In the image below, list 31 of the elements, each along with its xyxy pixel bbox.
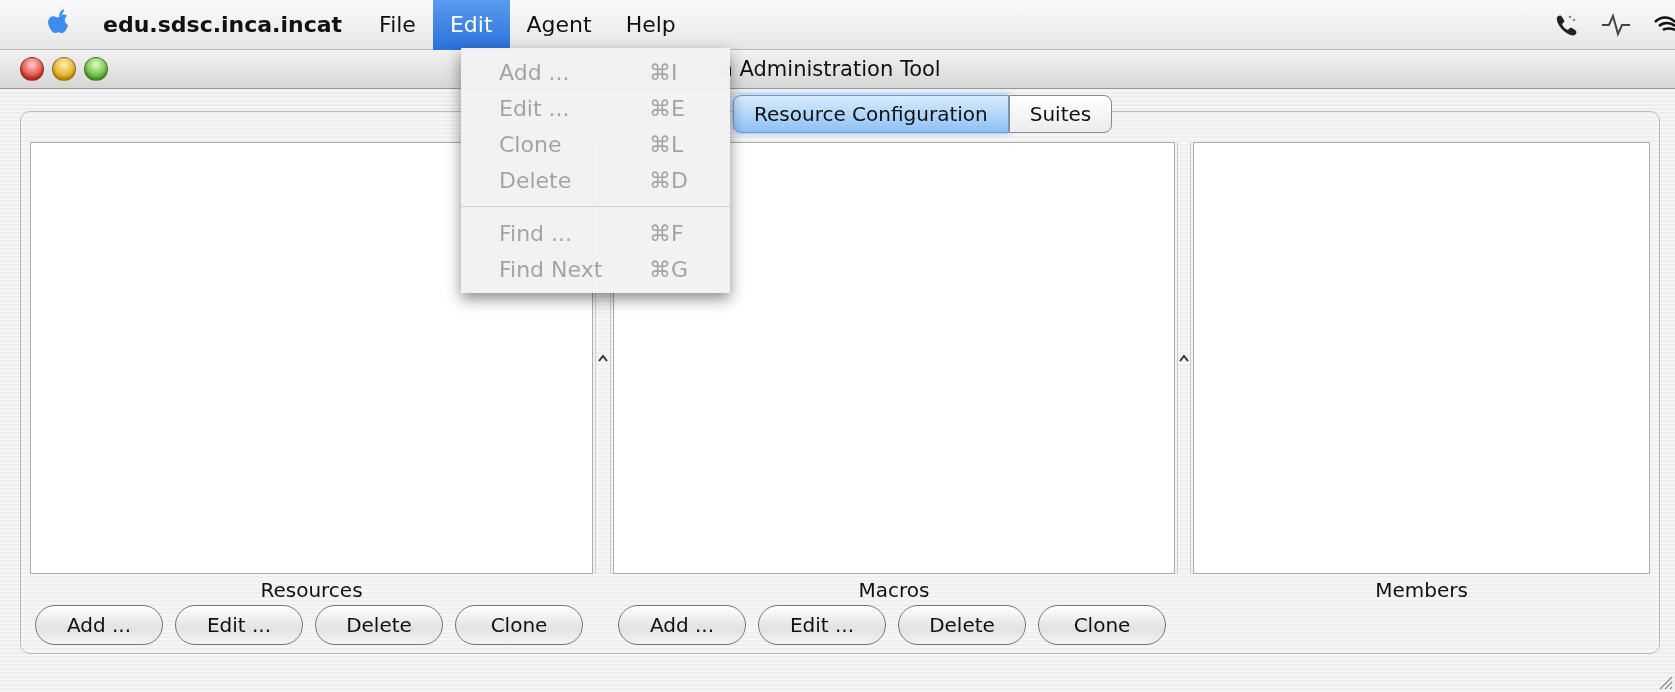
shortcut-label: ⌘L <box>649 131 684 157</box>
menu-item[interactable]: File <box>362 0 433 50</box>
action-button[interactable]: Edit ... <box>758 605 886 645</box>
action-button[interactable]: Delete <box>898 605 1026 645</box>
menu-item[interactable]: Help <box>608 0 693 50</box>
action-button[interactable]: Edit ... <box>175 605 303 645</box>
menu-item[interactable]: Agent <box>509 0 609 50</box>
shortcut-label: ⌘E <box>649 95 685 121</box>
shortcut-label: ⌘G <box>649 256 689 282</box>
action-button[interactable]: Delete <box>315 605 443 645</box>
zoom-button[interactable] <box>84 57 108 81</box>
tab[interactable]: Suites <box>1008 95 1113 133</box>
shortcut-label: ⌘F <box>649 220 684 246</box>
caret-icon[interactable] <box>1179 354 1189 362</box>
menu-item[interactable]: Edit <box>432 0 510 50</box>
pane-label: Resources <box>259 578 364 604</box>
caret-icon[interactable] <box>598 354 608 362</box>
pane-label: Macros <box>857 578 931 604</box>
shortcut-label: ⌘I <box>649 59 678 85</box>
action-button[interactable]: Add ... <box>618 605 746 645</box>
window-title: a Administration Tool <box>720 57 941 81</box>
action-button[interactable]: Clone <box>1038 605 1166 645</box>
minimize-button[interactable] <box>52 57 76 81</box>
zigzag-icon[interactable] <box>1601 11 1631 38</box>
app-name[interactable]: edu.sdsc.inca.incat <box>103 12 343 37</box>
shortcut-label: ⌘D <box>649 167 688 193</box>
action-button[interactable]: Clone <box>455 605 583 645</box>
pane-label: Members <box>1374 578 1469 604</box>
action-button[interactable]: Add ... <box>35 605 163 645</box>
close-button[interactable] <box>20 57 44 81</box>
tab[interactable]: Resource Configuration <box>733 95 1009 133</box>
